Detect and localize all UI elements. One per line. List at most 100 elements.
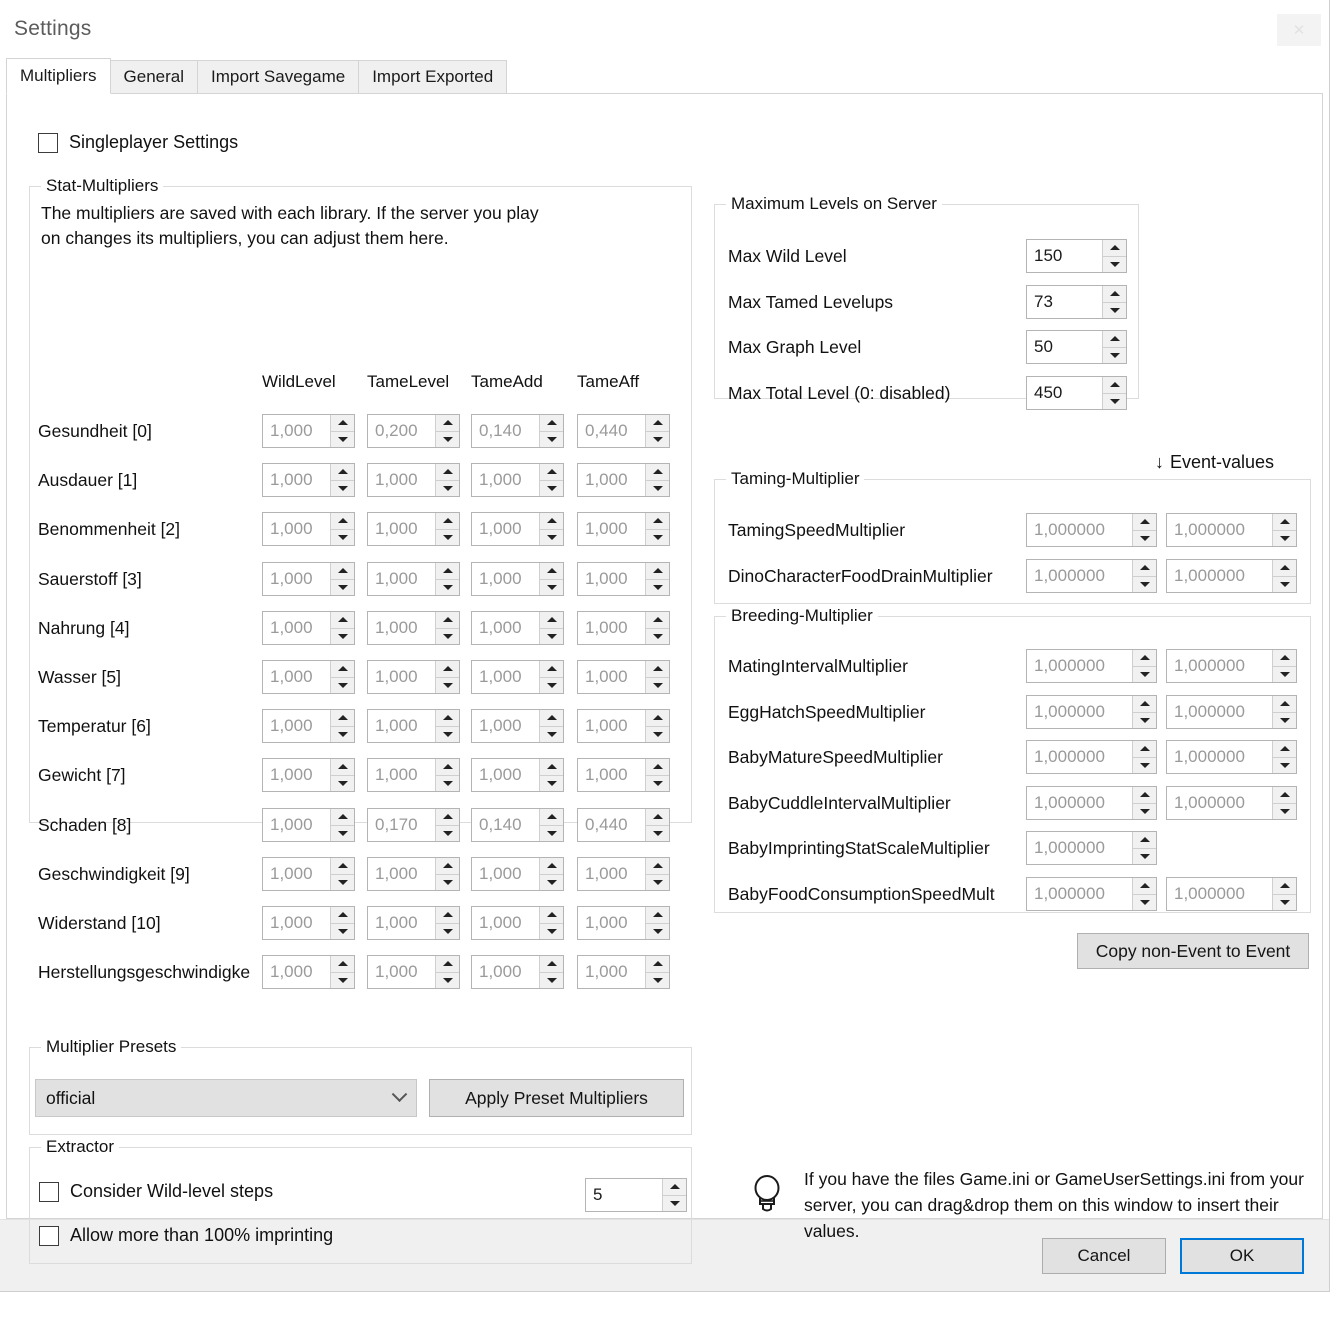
stat-spinner-value[interactable]: 1,000 <box>263 759 330 791</box>
stepper-down-icon[interactable] <box>646 629 669 645</box>
stat-spinner[interactable]: 1,000 <box>367 906 460 940</box>
stepper-up-icon[interactable] <box>1133 560 1156 577</box>
stepper-down-icon[interactable] <box>331 678 354 694</box>
stepper-up-icon[interactable] <box>331 710 354 727</box>
stepper-up-icon[interactable] <box>646 513 669 530</box>
stat-spinner[interactable]: 1,000 <box>262 611 355 645</box>
stepper-buttons[interactable] <box>330 415 354 447</box>
stat-spinner-value[interactable]: 1,000 <box>368 563 435 595</box>
stat-spinner[interactable]: 1,000 <box>262 512 355 546</box>
stepper-up-icon[interactable] <box>540 563 563 580</box>
stepper-buttons[interactable] <box>539 759 563 791</box>
stepper-up-icon[interactable] <box>540 464 563 481</box>
stepper-down-icon[interactable] <box>540 727 563 743</box>
stepper-buttons[interactable] <box>330 513 354 545</box>
stepper-down-icon[interactable] <box>540 875 563 891</box>
stat-spinner-value[interactable]: 0,170 <box>368 809 435 841</box>
tab-import-savegame[interactable]: Import Savegame <box>197 60 360 94</box>
wild-level-steps-value[interactable]: 5 <box>586 1179 662 1211</box>
stat-spinner-value[interactable]: 1,000 <box>472 661 539 693</box>
stepper-buttons[interactable] <box>1272 878 1296 910</box>
stepper-up-icon[interactable] <box>436 415 459 432</box>
stepper-buttons[interactable] <box>330 464 354 496</box>
stepper-buttons[interactable] <box>539 661 563 693</box>
stepper-up-icon[interactable] <box>540 710 563 727</box>
stat-spinner-value[interactable]: 1,000 <box>578 563 645 595</box>
breeding-event-spinner[interactable]: 1,000000 <box>1166 649 1297 683</box>
checkbox-box[interactable] <box>38 132 58 153</box>
stepper-up-icon[interactable] <box>436 464 459 481</box>
stepper-down-icon[interactable] <box>663 1196 686 1212</box>
stat-spinner-value[interactable]: 1,000 <box>368 907 435 939</box>
max-level-spinner-value[interactable]: 150 <box>1027 240 1102 272</box>
stepper-down-icon[interactable] <box>436 432 459 448</box>
stat-spinner-value[interactable]: 1,000 <box>263 858 330 890</box>
stepper-buttons[interactable] <box>330 809 354 841</box>
stepper-buttons[interactable] <box>435 563 459 595</box>
taming-normal-spinner[interactable]: 1,000000 <box>1026 513 1157 547</box>
preset-select[interactable]: official <box>35 1079 417 1117</box>
stepper-buttons[interactable] <box>435 858 459 890</box>
stat-spinner[interactable]: 1,000 <box>262 562 355 596</box>
stat-spinner[interactable]: 1,000 <box>367 611 460 645</box>
apply-preset-multipliers-button[interactable]: Apply Preset Multipliers <box>429 1079 684 1117</box>
breeding-normal-spinner[interactable]: 1,000000 <box>1026 740 1157 774</box>
stepper-buttons[interactable] <box>539 809 563 841</box>
stat-spinner[interactable]: 1,000 <box>262 955 355 989</box>
stat-spinner-value[interactable]: 1,000 <box>578 464 645 496</box>
stat-spinner-value[interactable]: 1,000 <box>368 612 435 644</box>
max-level-spinner[interactable]: 50 <box>1026 330 1127 364</box>
stepper-down-icon[interactable] <box>1103 257 1126 273</box>
stat-spinner[interactable]: 1,000 <box>367 512 460 546</box>
stepper-buttons[interactable] <box>539 710 563 742</box>
stat-spinner[interactable]: 1,000 <box>262 906 355 940</box>
stepper-up-icon[interactable] <box>646 907 669 924</box>
stepper-up-icon[interactable] <box>331 809 354 826</box>
max-level-spinner[interactable]: 450 <box>1026 376 1127 410</box>
stepper-buttons[interactable] <box>1272 696 1296 728</box>
stat-spinner-value[interactable]: 1,000 <box>472 759 539 791</box>
stat-spinner-value[interactable]: 1,000 <box>368 759 435 791</box>
stat-spinner[interactable]: 1,000 <box>262 660 355 694</box>
max-level-spinner-value[interactable]: 50 <box>1027 331 1102 363</box>
stepper-up-icon[interactable] <box>663 1179 686 1196</box>
stepper-buttons[interactable] <box>330 661 354 693</box>
stat-spinner[interactable]: 0,140 <box>471 414 564 448</box>
tab-import-exported[interactable]: Import Exported <box>358 60 508 94</box>
stepper-up-icon[interactable] <box>1273 650 1296 667</box>
stepper-down-icon[interactable] <box>436 678 459 694</box>
stepper-up-icon[interactable] <box>1133 832 1156 849</box>
stat-spinner[interactable]: 1,000 <box>262 709 355 743</box>
stepper-down-icon[interactable] <box>1103 348 1126 364</box>
stepper-up-icon[interactable] <box>331 612 354 629</box>
stepper-up-icon[interactable] <box>1273 741 1296 758</box>
stepper-buttons[interactable] <box>539 563 563 595</box>
stat-spinner-value[interactable]: 1,000 <box>472 464 539 496</box>
stepper-down-icon[interactable] <box>646 727 669 743</box>
stat-spinner-value[interactable]: 1,000 <box>368 464 435 496</box>
stepper-buttons[interactable] <box>330 858 354 890</box>
stepper-buttons[interactable] <box>645 759 669 791</box>
breeding-event-spinner-value[interactable]: 1,000000 <box>1167 741 1272 773</box>
stepper-down-icon[interactable] <box>646 826 669 842</box>
stepper-buttons[interactable] <box>1132 514 1156 546</box>
breeding-normal-spinner[interactable]: 1,000000 <box>1026 877 1157 911</box>
stepper-down-icon[interactable] <box>331 580 354 596</box>
stepper-buttons[interactable] <box>435 464 459 496</box>
stat-spinner[interactable]: 1,000 <box>367 709 460 743</box>
stat-spinner[interactable]: 1,000 <box>262 758 355 792</box>
stepper-up-icon[interactable] <box>331 464 354 481</box>
stat-spinner[interactable]: 1,000 <box>471 709 564 743</box>
stepper-buttons[interactable] <box>330 563 354 595</box>
stat-spinner[interactable]: 1,000 <box>367 857 460 891</box>
stepper-buttons[interactable] <box>539 858 563 890</box>
breeding-normal-spinner-value[interactable]: 1,000000 <box>1027 787 1132 819</box>
stepper-buttons[interactable] <box>539 513 563 545</box>
max-level-spinner[interactable]: 73 <box>1026 285 1127 319</box>
stepper-up-icon[interactable] <box>1133 787 1156 804</box>
stepper-buttons[interactable] <box>435 907 459 939</box>
stepper-buttons[interactable] <box>435 710 459 742</box>
checkbox-box[interactable] <box>39 1225 59 1246</box>
stepper-up-icon[interactable] <box>646 809 669 826</box>
stepper-down-icon[interactable] <box>1133 895 1156 911</box>
